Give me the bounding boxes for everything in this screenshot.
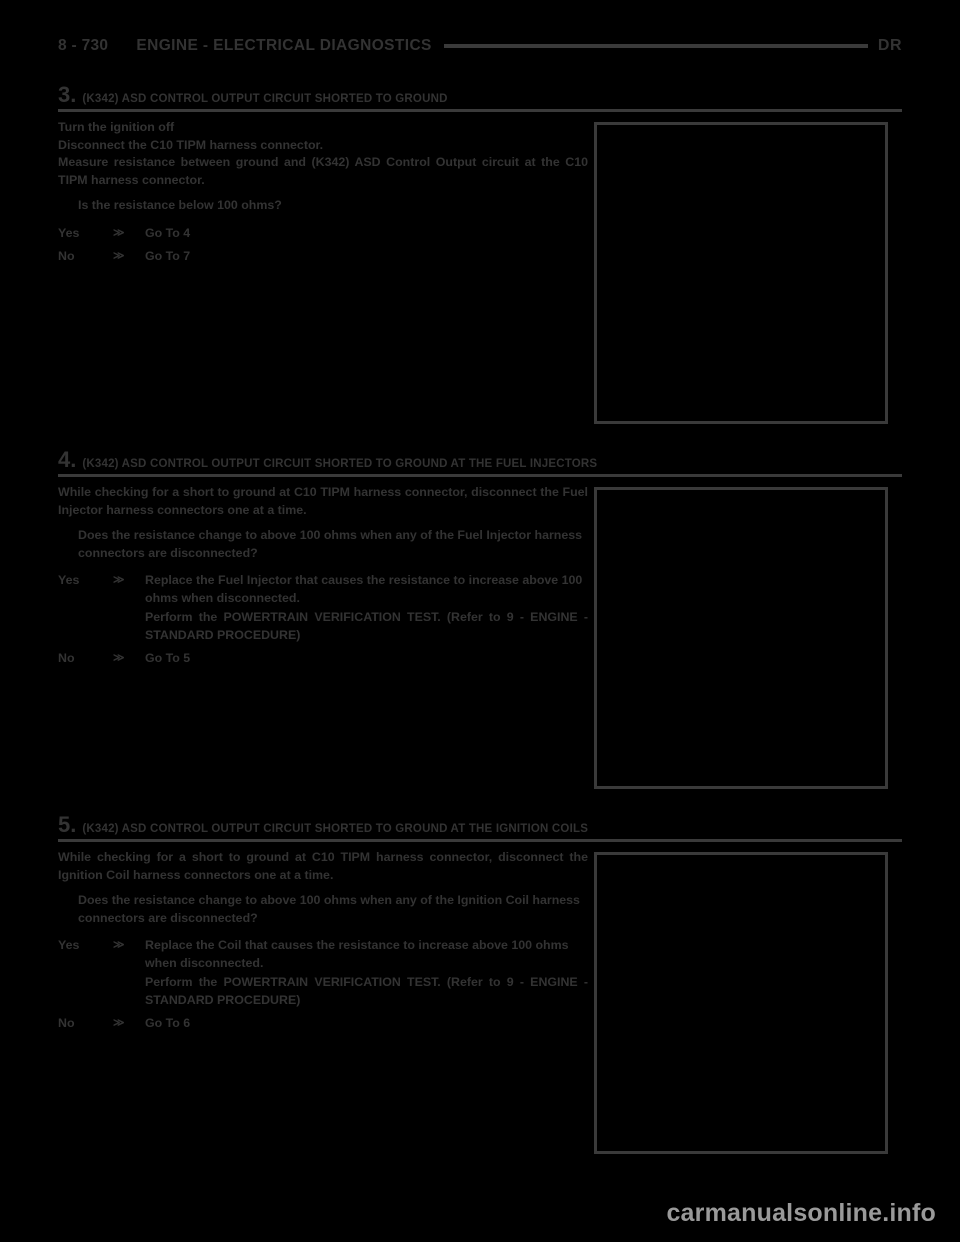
answer-row: No ≫ Go To 6 [58, 1015, 588, 1033]
step-title: (K342) ASD CONTROL OUTPUT CIRCUIT SHORTE… [82, 823, 589, 835]
instruction-line: While checking for a short to ground at … [58, 850, 588, 882]
answer-primary: Replace the Fuel Injector that causes th… [145, 573, 583, 605]
answer-label: Yes [58, 225, 80, 240]
step-title: (K342) ASD CONTROL OUTPUT CIRCUIT SHORTE… [82, 458, 598, 470]
page-title: ENGINE - ELECTRICAL DIAGNOSTICS [136, 37, 432, 54]
step-heading: 4. (K342) ASD CONTROL OUTPUT CIRCUIT SHO… [58, 449, 902, 471]
answer-text: Replace the Fuel Injector that causes th… [145, 572, 588, 644]
answer-label: Yes [58, 938, 80, 952]
step-title: (K342) ASD CONTROL OUTPUT CIRCUIT SHORTE… [82, 93, 448, 105]
answer-text: Replace the Coil that causes the resista… [145, 937, 588, 1009]
arrow-icon: ≫ [113, 574, 125, 586]
step-body: While checking for a short to ground at … [58, 849, 588, 1033]
arrow-icon: ≫ [113, 226, 125, 239]
arrow-icon: ≫ [113, 1017, 125, 1029]
header-rule [443, 44, 868, 48]
answer-text: Go To 7 [145, 249, 191, 263]
step-question: Is the resistance below 100 ohms? [78, 198, 282, 212]
answer-row: No ≫ Go To 7 [58, 248, 588, 266]
step-number: 4. [58, 449, 77, 471]
step-question: Does the resistance change to above 100 … [78, 893, 580, 925]
instruction-line: While checking for a short to ground at … [58, 485, 588, 517]
manual-page: 8 - 730 ENGINE - ELECTRICAL DIAGNOSTICS … [0, 0, 960, 1242]
site-watermark: carmanualsonline.info [666, 1199, 936, 1227]
instruction-line: Measure resistance between ground and (K… [58, 155, 588, 187]
answer-extra: Perform the POWERTRAIN VERIFICATION TEST… [145, 975, 588, 1007]
answer-row: Yes ≫ Replace the Fuel Injector that cau… [58, 572, 588, 644]
answer-label: Yes [58, 573, 80, 587]
page-folio: 8 - 730 [58, 37, 109, 54]
arrow-icon: ≫ [113, 250, 125, 262]
answer-label: No [58, 651, 75, 665]
step-number: 5. [58, 814, 77, 836]
step-heading: 5. (K342) ASD CONTROL OUTPUT CIRCUIT SHO… [58, 814, 902, 836]
answer-row: Yes ≫ Replace the Coil that causes the r… [58, 937, 588, 1009]
answer-row: Yes ≫ Go To 4 [58, 225, 588, 243]
step-rule [58, 109, 902, 112]
answer-row: No ≫ Go To 5 [58, 650, 588, 668]
answer-label: No [58, 1016, 75, 1030]
answer-primary: Replace the Coil that causes the resista… [145, 938, 569, 970]
illustration-placeholder-1 [594, 122, 888, 424]
answer-list: Yes ≫ Go To 4 No ≫ Go To 7 [58, 225, 588, 266]
answer-list: Yes ≫ Replace the Coil that causes the r… [58, 937, 588, 1033]
instruction-line: Turn the ignition off [58, 120, 175, 134]
step-rule [58, 839, 902, 842]
illustration-placeholder-3 [594, 852, 888, 1154]
step-question: Does the resistance change to above 100 … [78, 528, 583, 560]
answer-text: Go To 5 [145, 651, 191, 665]
book-code: DR [877, 37, 902, 54]
answer-list: Yes ≫ Replace the Fuel Injector that cau… [58, 572, 588, 668]
arrow-icon: ≫ [113, 939, 125, 951]
page-header: 8 - 730 ENGINE - ELECTRICAL DIAGNOSTICS … [58, 34, 902, 58]
answer-text: Go To 4 [145, 225, 191, 240]
step-body: While checking for a short to ground at … [58, 484, 588, 668]
illustration-placeholder-2 [594, 487, 888, 789]
instruction-line: Disconnect the C10 TIPM harness connecto… [58, 137, 324, 152]
arrow-icon: ≫ [113, 652, 125, 664]
step-rule [58, 474, 902, 477]
answer-extra: Perform the POWERTRAIN VERIFICATION TEST… [145, 610, 588, 642]
step-body: Turn the ignition off Disconnect the C10… [58, 119, 588, 266]
answer-label: No [58, 249, 75, 263]
step-heading: 3. (K342) ASD CONTROL OUTPUT CIRCUIT SHO… [58, 84, 902, 106]
answer-text: Go To 6 [145, 1016, 191, 1030]
step-number: 3. [58, 84, 77, 106]
